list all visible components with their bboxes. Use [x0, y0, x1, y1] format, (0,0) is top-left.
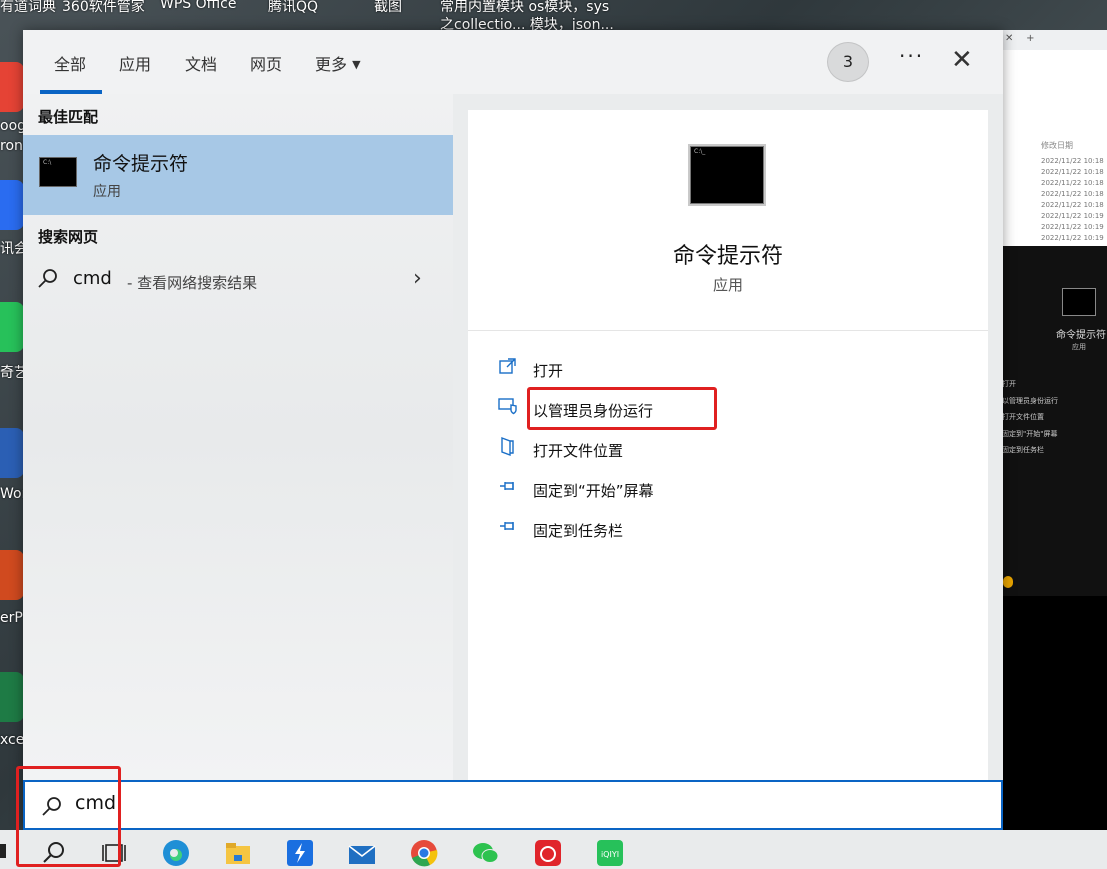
chrome-desktop-icon[interactable]	[0, 62, 24, 112]
desktop-label-youdao[interactable]: 有道词典	[0, 0, 56, 16]
best-match-item[interactable]: C:\ 命令提示符 应用	[23, 135, 453, 215]
action-open-file-location[interactable]: 打开文件位置	[498, 434, 798, 464]
excel-desktop-icon[interactable]	[0, 672, 24, 722]
tab-more[interactable]: 更多 ▼	[315, 51, 361, 75]
action-pin-to-start[interactable]: 固定到“开始”屏幕	[498, 474, 798, 504]
chrome-icon[interactable]	[409, 838, 439, 868]
bg-date-list: 2022/11/22 10:18 2022/11/22 10:18 2022/1…	[1041, 157, 1104, 242]
iqiyi-icon[interactable]: iQIYI	[595, 838, 625, 868]
tencent-meeting-desktop-icon[interactable]	[0, 180, 24, 230]
desktop-label-wps[interactable]: WPS Office	[160, 0, 237, 12]
action-pin-to-taskbar-label: 固定到任务栏	[533, 522, 624, 540]
detail-title: 命令提示符	[672, 244, 783, 269]
mail-icon[interactable]	[347, 838, 377, 868]
detail-divider	[468, 330, 988, 331]
chevron-right-icon[interactable]: ›	[413, 266, 422, 291]
background-black-area	[1003, 576, 1107, 869]
tab-web[interactable]: 网页	[250, 51, 282, 75]
background-dark-start-panel: 命令提示符 应用 打开 以管理员身份运行 打开文件位置 固定到"开始"屏幕 固定…	[1000, 246, 1107, 596]
search-panel: 全部 应用 文档 网页 更多 ▼ 3 ··· ✕ 最佳匹配 C:\ 命令提示符 …	[23, 30, 1003, 830]
rewards-badge[interactable]: 3	[827, 42, 869, 82]
web-search-desc: - 查看网络搜索结果	[127, 274, 258, 292]
detail-pane: C:\_ 命令提示符 应用 打开 以管理员身份运行 打开文件位置 固定到“开始”…	[468, 110, 988, 780]
bg-action-menu: 打开 以管理员身份运行 打开文件位置 固定到"开始"屏幕 固定到任务栏	[1002, 380, 1058, 454]
bg-preview-sub: 应用	[1072, 343, 1086, 351]
start-button-fragment[interactable]	[0, 844, 6, 858]
tab-more-label: 更多	[315, 55, 348, 74]
action-open-label: 打开	[533, 362, 564, 380]
app-icon[interactable]	[285, 838, 315, 868]
more-options-button[interactable]: ···	[899, 44, 924, 68]
wechat-icon[interactable]	[471, 838, 501, 868]
bg-date-header: 修改日期	[1041, 141, 1073, 150]
file-explorer-icon[interactable]	[223, 838, 253, 868]
desktop-side-label-7: xce	[0, 732, 25, 748]
web-search-query: cmd	[73, 268, 112, 289]
desktop-label-qq[interactable]: 腾讯QQ	[268, 0, 318, 16]
highlight-box-run-as-admin	[527, 387, 717, 430]
edge-icon[interactable]	[161, 838, 191, 868]
desktop-label-screenshot[interactable]: 截图	[374, 0, 402, 16]
close-button[interactable]: ✕	[951, 46, 973, 74]
powerpoint-desktop-icon[interactable]	[0, 550, 24, 600]
action-pin-to-start-label: 固定到“开始”屏幕	[533, 482, 654, 500]
action-open-file-location-label: 打开文件位置	[533, 442, 624, 460]
desktop-label-360[interactable]: 360软件管家	[62, 0, 145, 16]
pin-icon	[500, 522, 514, 530]
highlight-box-search	[16, 766, 121, 867]
svg-text:iQIYI: iQIYI	[601, 850, 619, 859]
cmd-preview-icon: C:\_	[688, 144, 766, 206]
search-icon	[38, 269, 57, 288]
web-search-item[interactable]: cmd - 查看网络搜索结果 ›	[23, 262, 453, 298]
best-match-type: 应用	[93, 184, 121, 200]
action-open[interactable]: 打开	[498, 354, 798, 384]
tab-documents[interactable]: 文档	[185, 51, 217, 75]
netease-music-icon[interactable]	[533, 838, 563, 868]
best-match-name: 命令提示符	[93, 153, 189, 175]
desktop-side-label-2: ron	[0, 138, 23, 154]
action-pin-to-taskbar[interactable]: 固定到任务栏	[498, 514, 798, 544]
shield-icon	[498, 398, 517, 415]
iqiyi-desktop-icon[interactable]	[0, 302, 24, 352]
search-tabs: 全部 应用 文档 网页 更多 ▼ 3 ··· ✕	[23, 30, 1003, 94]
best-match-heading: 最佳匹配	[38, 108, 99, 126]
tab-all[interactable]: 全部	[54, 51, 86, 75]
bg-chrome-fragment	[1003, 576, 1013, 588]
results-list: 最佳匹配 C:\ 命令提示符 应用 搜索网页 cmd - 查看网络搜索结果 ›	[23, 94, 453, 780]
bg-cmd-thumbnail	[1062, 288, 1096, 316]
file-location-icon	[501, 436, 514, 456]
search-box[interactable]: cmd	[23, 780, 1003, 830]
bg-preview-title: 命令提示符	[1056, 330, 1106, 341]
detail-sub: 应用	[712, 276, 743, 294]
tab-apps[interactable]: 应用	[119, 51, 151, 75]
taskbar: iQIYI	[0, 830, 1107, 869]
background-tab-bar: ✕ +	[1003, 30, 1107, 50]
desktop-side-label-6: erP	[0, 610, 23, 626]
chevron-down-icon: ▼	[352, 58, 361, 71]
web-search-heading: 搜索网页	[38, 228, 99, 246]
cmd-app-icon: C:\	[39, 157, 77, 187]
open-icon	[499, 358, 516, 374]
word-desktop-icon[interactable]	[0, 428, 24, 478]
pin-icon	[500, 482, 514, 490]
